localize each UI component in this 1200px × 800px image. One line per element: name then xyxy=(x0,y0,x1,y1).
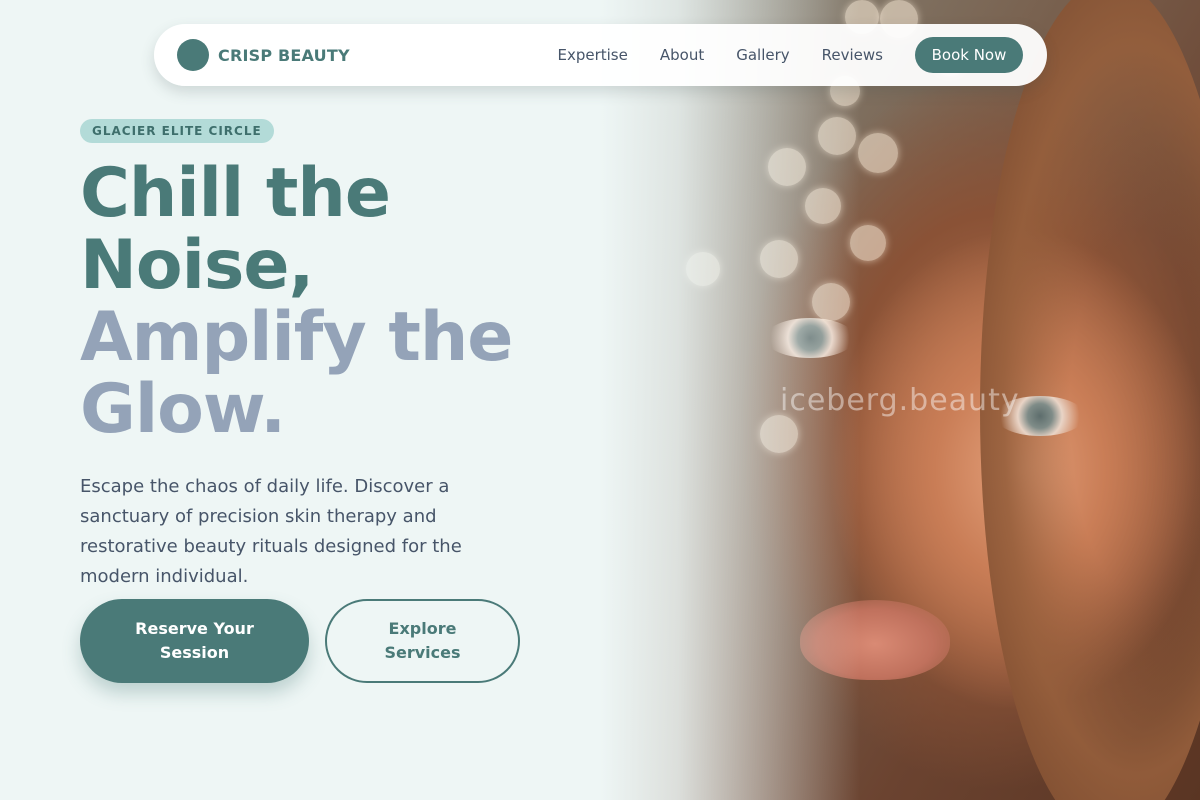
brand-logo-icon[interactable] xyxy=(177,39,209,71)
nav-link-reviews[interactable]: Reviews xyxy=(822,46,883,64)
hero-portrait-image: iceberg.beauty xyxy=(600,0,1200,800)
headline-line-primary: Chill the Noise, xyxy=(80,154,391,305)
explore-services-button[interactable]: Explore Services xyxy=(325,599,520,683)
reserve-session-button[interactable]: Reserve Your Session xyxy=(80,599,309,683)
nav-link-expertise[interactable]: Expertise xyxy=(557,46,627,64)
headline-line-secondary: Amplify the Glow. xyxy=(80,298,513,449)
book-now-button[interactable]: Book Now xyxy=(915,37,1023,73)
membership-badge: GLACIER ELITE CIRCLE xyxy=(80,119,274,143)
hero-headline: Chill the Noise, Amplify the Glow. xyxy=(80,158,580,446)
nav-link-gallery[interactable]: Gallery xyxy=(736,46,789,64)
top-navigation: CRISP BEAUTY Expertise About Gallery Rev… xyxy=(154,24,1047,86)
hero-intro-text: Escape the chaos of daily life. Discover… xyxy=(80,476,462,587)
nav-links: Expertise About Gallery Reviews Book Now xyxy=(557,37,1023,73)
nav-link-about[interactable]: About xyxy=(660,46,704,64)
image-watermark: iceberg.beauty xyxy=(780,383,1020,418)
brand-name[interactable]: CRISP BEAUTY xyxy=(218,46,350,65)
